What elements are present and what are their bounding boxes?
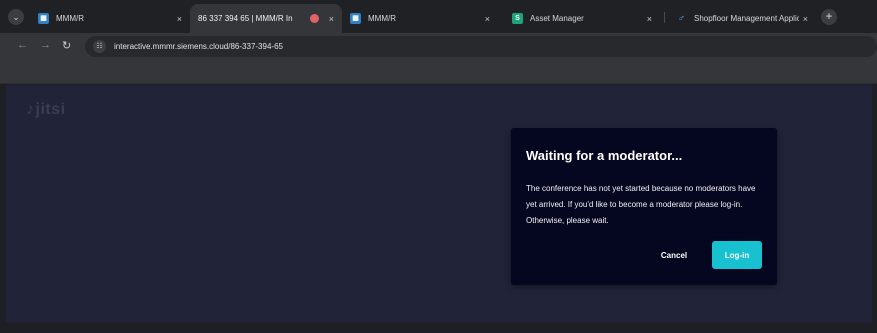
tab-title: Shopfloor Management Applic — [694, 14, 799, 23]
site-info-icon[interactable]: ☷ — [93, 40, 106, 53]
dialog-message: The conference has not yet started becau… — [526, 184, 756, 225]
jitsi-meeting-page: ♪jitsi Waiting for a moderator... The co… — [6, 85, 872, 322]
reload-icon[interactable]: ↻ — [62, 39, 71, 52]
login-button[interactable]: Log-in — [712, 241, 762, 269]
new-tab-button[interactable]: + — [821, 9, 837, 25]
cancel-button[interactable]: Cancel — [648, 242, 700, 268]
tab-close-icon[interactable]: × — [329, 14, 334, 24]
tab-separator — [664, 12, 665, 23]
tab-title: Asset Manager — [530, 14, 584, 23]
tab-strip: ⌄ ▦ MMM/R × 86 337 394 65 | MMM/R In × ▦… — [0, 0, 877, 33]
jitsi-logo: ♪jitsi — [26, 101, 66, 119]
tab-search-menu-button[interactable]: ⌄ — [8, 9, 24, 25]
jitsi-logo-icon: ♪ — [26, 101, 35, 118]
tab-close-icon[interactable]: × — [803, 14, 808, 24]
waiting-for-moderator-dialog: Waiting for a moderator... The conferenc… — [511, 128, 777, 285]
tab-title: 86 337 394 65 | MMM/R In — [198, 14, 293, 23]
recording-indicator-icon — [309, 14, 319, 23]
tab-meeting[interactable]: 86 337 394 65 | MMM/R In × — [190, 4, 342, 33]
tab-close-icon[interactable]: × — [647, 14, 652, 24]
tab-close-icon[interactable]: × — [177, 14, 182, 24]
bookmarks-bar — [0, 60, 877, 84]
tab-title: MMM/R — [368, 14, 396, 23]
back-arrow-icon[interactable]: ← — [17, 39, 28, 51]
tab-close-icon[interactable]: × — [485, 14, 490, 24]
jitsi-logo-text: jitsi — [35, 101, 66, 118]
browser-toolbar: ← → ↻ ☷ interactive.mmmr.siemens.cloud/8… — [0, 33, 877, 60]
address-bar[interactable]: ☷ interactive.mmmr.siemens.cloud/86-337-… — [85, 36, 877, 57]
mmm-icon: ▦ — [38, 13, 49, 24]
asset-manager-icon: S — [512, 13, 523, 24]
mmm-icon: ▦ — [350, 13, 361, 24]
dialog-title: Waiting for a moderator... — [526, 148, 683, 163]
tab-title: MMM/R — [56, 14, 84, 23]
tab-mmmr-1[interactable]: ▦ MMM/R × — [30, 4, 190, 33]
forward-arrow-icon[interactable]: → — [40, 39, 51, 51]
url-text: interactive.mmmr.siemens.cloud/86-337-39… — [114, 42, 283, 51]
shopfloor-icon: ♂ — [677, 13, 686, 24]
tab-shopfloor[interactable]: ♂ Shopfloor Management Applic × — [668, 4, 816, 33]
tab-asset-manager[interactable]: S Asset Manager × — [504, 4, 660, 33]
tab-mmmr-2[interactable]: ▦ MMM/R × — [342, 4, 498, 33]
